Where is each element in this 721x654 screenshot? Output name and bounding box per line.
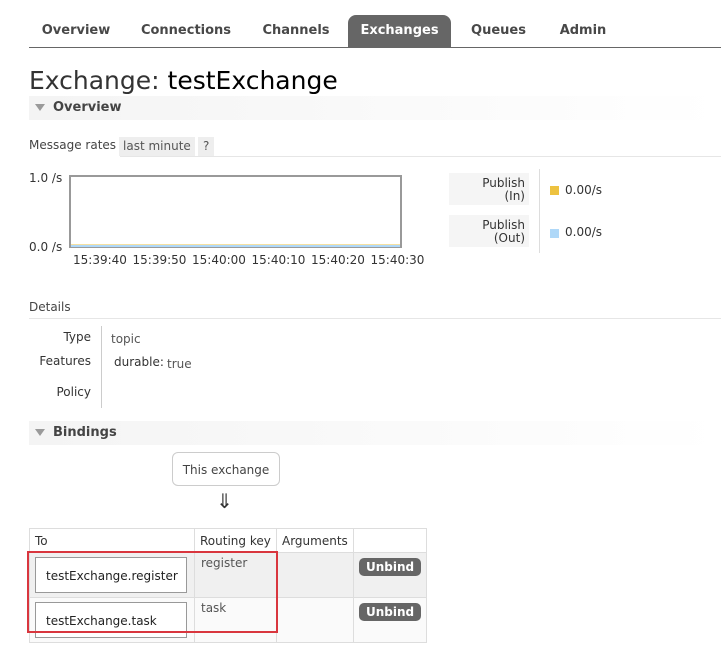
this-exchange-box: This exchange <box>172 452 280 486</box>
rates-divider <box>120 156 721 157</box>
tab-admin[interactable]: Admin <box>548 15 618 47</box>
details-column-divider <box>101 326 102 408</box>
tab-exchanges[interactable]: Exchanges <box>348 15 451 47</box>
col-actions <box>352 528 428 553</box>
unbind-button[interactable]: Unbind <box>359 603 422 621</box>
details-label: Details <box>29 300 71 314</box>
type-value: topic <box>111 332 141 346</box>
col-to: To <box>29 528 195 553</box>
down-arrow-icon: ⇓ <box>216 489 233 513</box>
table-header-row: To Routing key Arguments <box>29 528 428 553</box>
unbind-button[interactable]: Unbind <box>359 558 422 576</box>
tab-overview[interactable]: Overview <box>34 15 118 47</box>
arguments-cell <box>276 552 354 598</box>
legend-publish-in-value: 0.00/s <box>565 183 603 197</box>
page-title-prefix: Exchange: <box>29 66 160 95</box>
collapse-triangle-icon <box>35 429 45 436</box>
page-title: Exchange: testExchange <box>29 66 338 95</box>
collapse-triangle-icon <box>35 104 45 111</box>
legend-publish-in-label: Publish (In) <box>449 173 529 205</box>
tab-connections[interactable]: Connections <box>134 15 238 47</box>
message-rates-label: Message rates <box>29 138 117 152</box>
col-arguments: Arguments <box>276 528 354 553</box>
legend-publish-in-line2: (In) <box>504 189 525 203</box>
col-routing-key: Routing key <box>194 528 277 553</box>
legend-publish-out-label: Publish (Out) <box>449 215 529 247</box>
page-title-exchange-name: testExchange <box>167 66 338 95</box>
durable-key: durable: <box>114 355 164 369</box>
legend-swatch-out <box>550 229 559 238</box>
bindings-section-header[interactable]: Bindings <box>29 421 721 445</box>
bindings-section-title: Bindings <box>53 425 117 440</box>
rate-range-selector[interactable]: last minute <box>119 137 195 156</box>
x-tick-label: 15:39:40 <box>73 253 127 267</box>
chart-plot-area <box>69 175 402 248</box>
x-tick-label: 15:40:10 <box>252 253 306 267</box>
x-tick-label: 15:40:20 <box>311 253 365 267</box>
highlight-box <box>27 551 278 633</box>
tab-queues[interactable]: Queues <box>461 15 536 47</box>
features-label: Features <box>39 354 91 368</box>
durable-value: true <box>167 357 192 371</box>
message-rates-chart: 1.0 /s 0.0 /s 15:39:40 15:39:50 15:40:00 15… <box>29 166 439 276</box>
chart-svg: 1.0 /s 0.0 /s 15:39:40 15:39:50 15:40:00 15… <box>29 171 424 267</box>
x-tick-label: 15:40:30 <box>371 253 425 267</box>
overview-section-title: Overview <box>53 100 122 115</box>
y-tick-label-min: 0.0 /s <box>29 240 62 254</box>
legend-publish-out-line2: (Out) <box>493 231 525 245</box>
legend-publish-out-value: 0.00/s <box>565 225 603 239</box>
legend-publish-in-line1: Publish <box>482 176 525 190</box>
chart-series <box>71 244 400 247</box>
x-tick-labels: 15:39:40 15:39:50 15:40:00 15:40:10 15:40:20… <box>73 253 424 267</box>
details-divider <box>29 318 721 319</box>
overview-section-header[interactable]: Overview <box>29 96 721 120</box>
legend-divider <box>539 169 540 253</box>
legend-swatch-in <box>550 186 559 195</box>
main-tabs: Overview Connections Channels Exchanges … <box>29 14 721 48</box>
x-tick-label: 15:39:50 <box>133 253 187 267</box>
policy-label: Policy <box>56 385 91 399</box>
legend-publish-out-line1: Publish <box>482 218 525 232</box>
help-button[interactable]: ? <box>198 137 215 156</box>
tab-channels[interactable]: Channels <box>254 15 338 47</box>
y-tick-label-max: 1.0 /s <box>29 171 62 185</box>
x-tick-label: 15:40:00 <box>192 253 246 267</box>
arguments-cell <box>276 597 354 643</box>
type-label: Type <box>63 330 91 344</box>
